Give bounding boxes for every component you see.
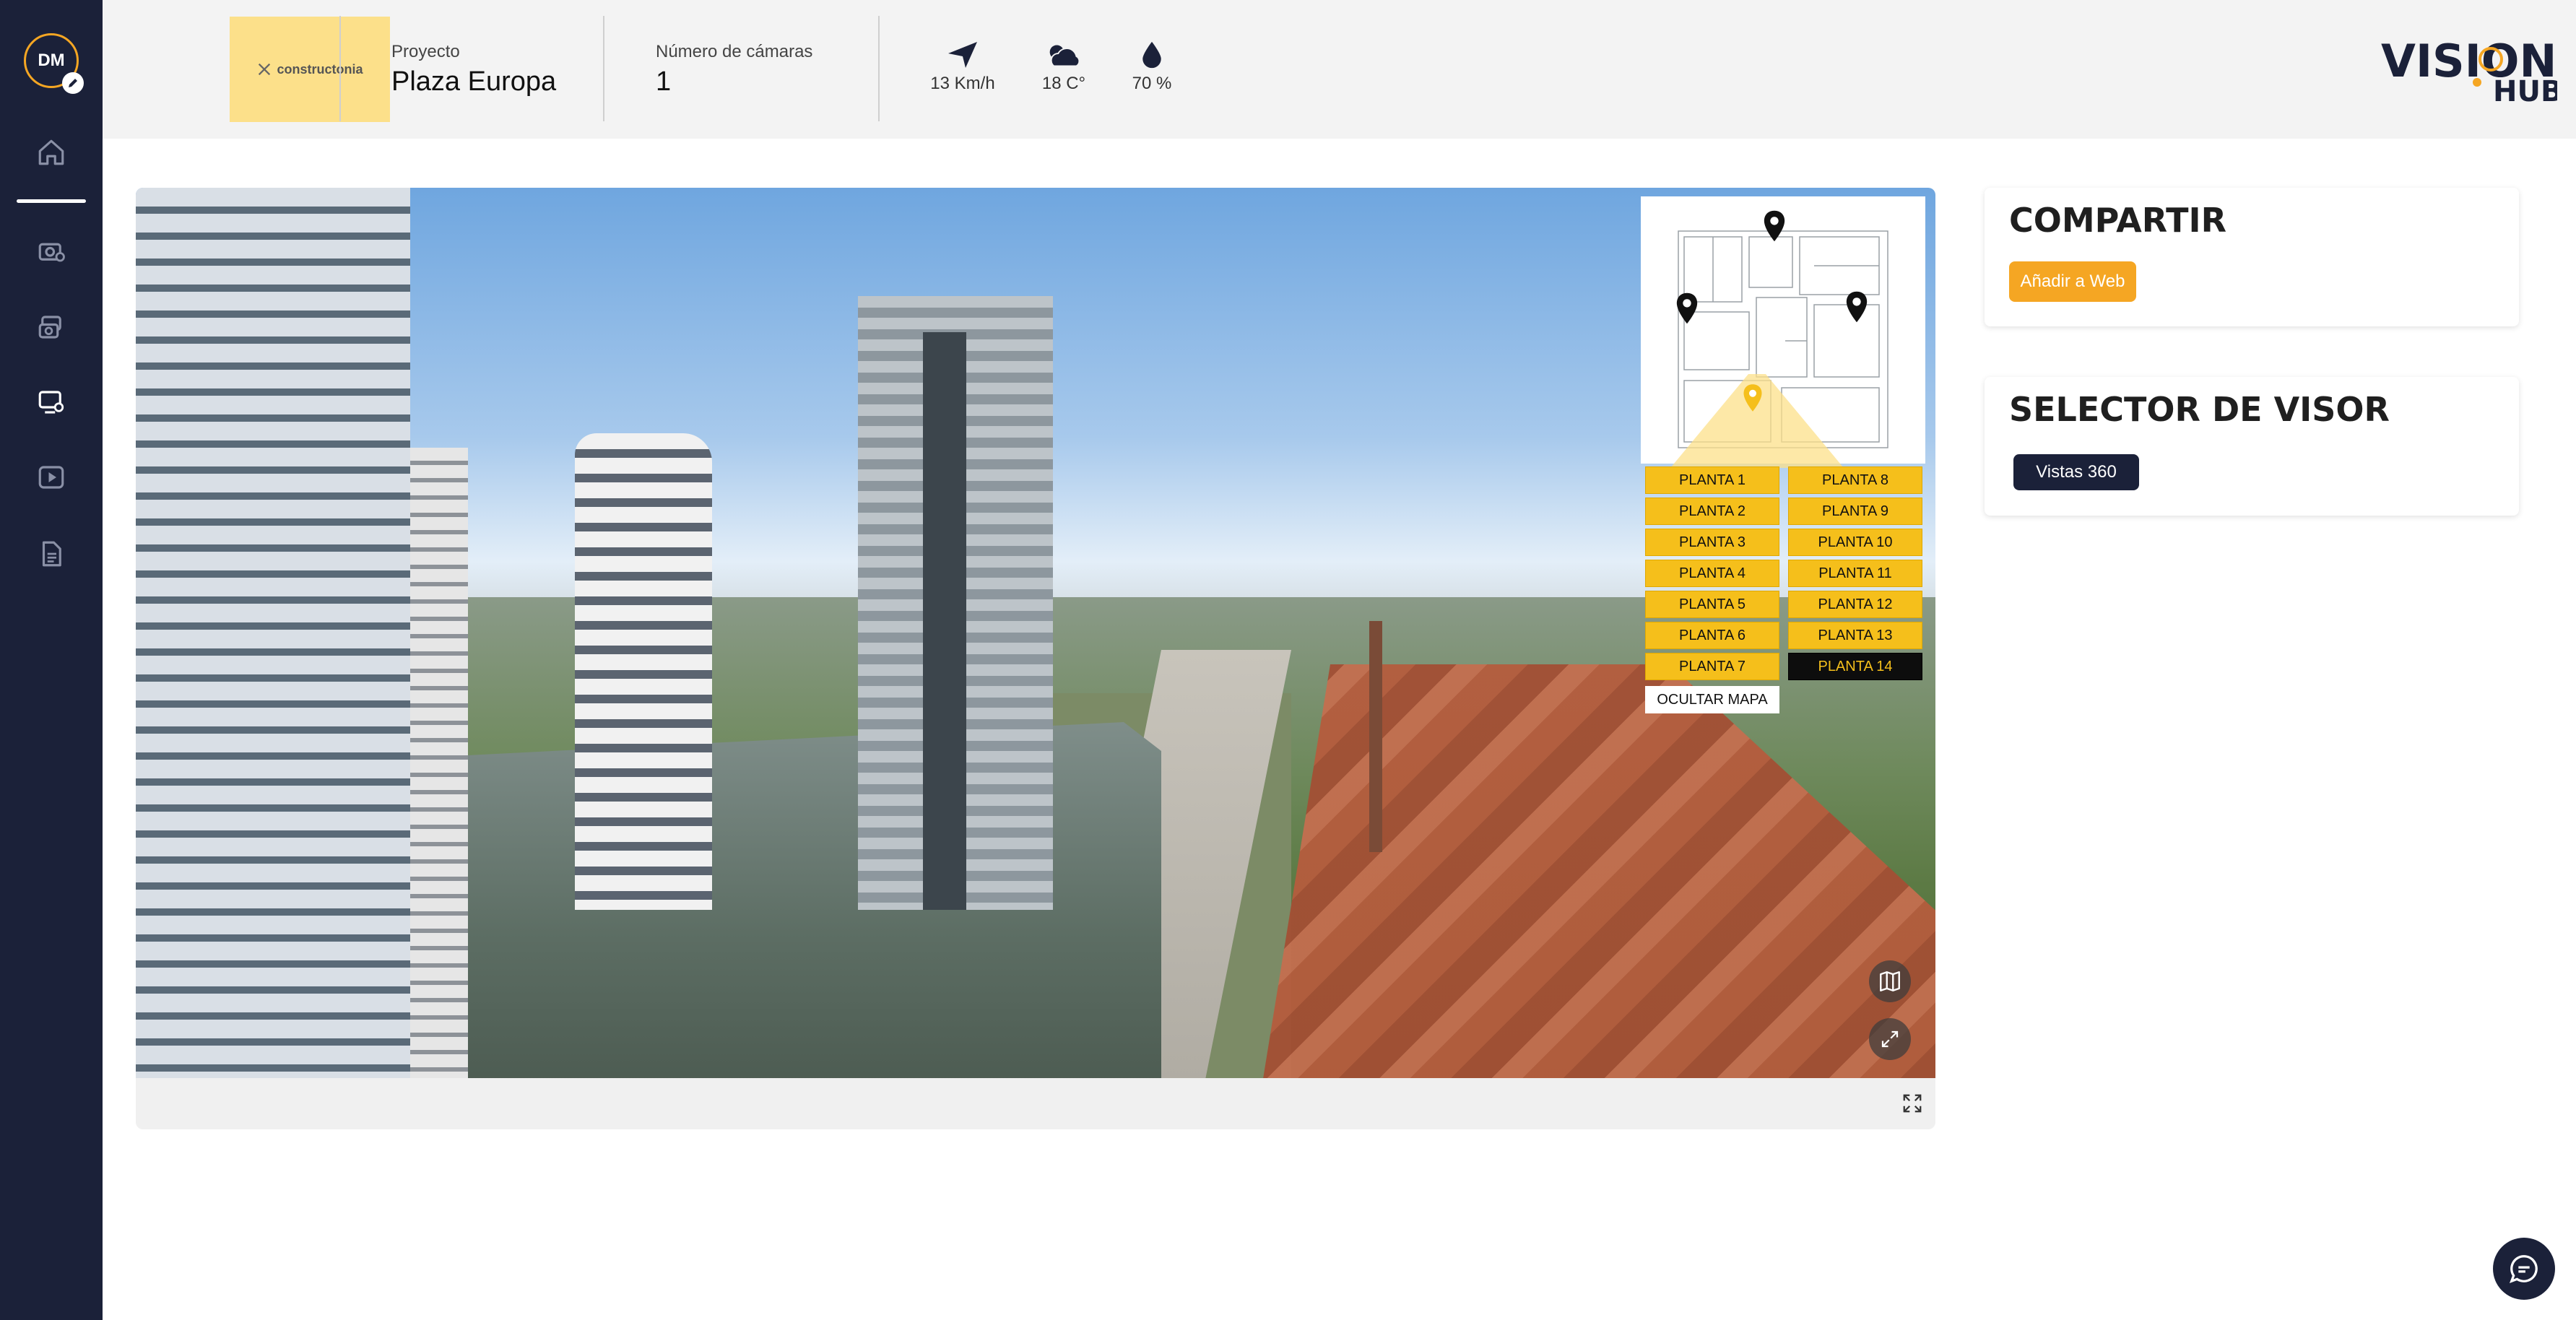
floor-button[interactable]: PLANTA 4 — [1645, 560, 1779, 587]
share-title: COMPARTIR — [2009, 201, 2226, 240]
camera-settings-icon — [38, 243, 65, 262]
floor-button[interactable]: PLANTA 6 — [1645, 622, 1779, 649]
water-drop-icon — [1142, 41, 1161, 69]
floor-button[interactable]: PLANTA 3 — [1645, 529, 1779, 556]
floor-button[interactable]: PLANTA 9 — [1788, 498, 1922, 525]
wind-direction-icon — [948, 42, 977, 68]
chat-support-button[interactable] — [2493, 1238, 2555, 1300]
viewer-selector-card: SELECTOR DE VISOR Vistas 360 — [1985, 377, 2519, 516]
humidity-value: 70 % — [1132, 74, 1172, 93]
brand-bottom-text: HUB — [2493, 75, 2557, 104]
active-map-pin-icon[interactable] — [1742, 383, 1764, 413]
home-icon — [38, 139, 64, 165]
temperature-widget: 18 C° — [1024, 40, 1103, 94]
cameras-count: 1 — [656, 66, 672, 97]
edit-avatar-icon[interactable] — [62, 72, 84, 94]
wind-widget: 13 Km/h — [923, 40, 1002, 94]
sidebar-item-documents[interactable] — [33, 536, 69, 572]
chat-bubble-icon — [2509, 1255, 2538, 1284]
floor-button[interactable]: PLANTA 2 — [1645, 498, 1779, 525]
viewer-selector-title: SELECTOR DE VISOR — [2009, 390, 2390, 429]
header-divider — [603, 16, 604, 121]
cameras-icon — [38, 316, 61, 339]
map-pin-icon[interactable] — [1844, 290, 1869, 324]
temperature-value: 18 C° — [1041, 74, 1086, 93]
expand-diagonal-icon — [1881, 1030, 1899, 1048]
floor-button[interactable]: PLANTA 11 — [1788, 560, 1922, 587]
sidebar-item-home[interactable] — [33, 134, 69, 170]
views-360-button[interactable]: Vistas 360 — [2013, 454, 2139, 490]
tools-icon — [259, 63, 271, 76]
header: constructonia Proyecto Plaza Europa Núme… — [103, 0, 2576, 139]
avatar-initials: DM — [38, 51, 65, 70]
partly-cloudy-icon — [1049, 45, 1080, 67]
header-divider — [878, 16, 880, 121]
map-pin-icon[interactable] — [1762, 209, 1787, 243]
panorama-image[interactable]: PLANTA 1 PLANTA 2 PLANTA 3 PLANTA 4 PLAN… — [136, 188, 1935, 1078]
humidity-widget: 70 % — [1112, 40, 1192, 94]
floor-button-active[interactable]: PLANTA 14 — [1788, 653, 1922, 680]
share-card: COMPARTIR Añadir a Web — [1985, 188, 2519, 326]
map-icon — [1880, 971, 1900, 991]
floor-button[interactable]: PLANTA 8 — [1788, 466, 1922, 494]
sidebar-item-play[interactable] — [33, 459, 69, 495]
floor-button[interactable]: PLANTA 12 — [1788, 591, 1922, 618]
floor-button[interactable]: PLANTA 13 — [1788, 622, 1922, 649]
floor-button[interactable]: PLANTA 5 — [1645, 591, 1779, 618]
play-video-icon — [38, 466, 64, 489]
sidebar-item-camera-settings[interactable] — [33, 233, 69, 269]
project-label: Proyecto — [391, 42, 460, 61]
sidebar-item-cameras[interactable] — [33, 309, 69, 345]
map-pin-icon[interactable] — [1675, 292, 1699, 325]
sidebar-item-video-monitor[interactable] — [33, 384, 69, 420]
fullscreen-icon — [1903, 1094, 1922, 1113]
client-logo-text: constructonia — [277, 61, 363, 77]
header-divider — [339, 16, 341, 121]
expand-view-button[interactable] — [1869, 1018, 1911, 1060]
active-nav-indicator — [17, 199, 86, 203]
camera-viewer: PLANTA 1 PLANTA 2 PLANTA 3 PLANTA 4 PLAN… — [136, 188, 1935, 1129]
floor-button[interactable]: PLANTA 10 — [1788, 529, 1922, 556]
cameras-label: Número de cámaras — [656, 42, 813, 61]
floor-button[interactable]: PLANTA 7 — [1645, 653, 1779, 680]
toggle-map-button[interactable] — [1869, 960, 1911, 1002]
project-name: Plaza Europa — [391, 66, 557, 97]
fullscreen-button[interactable] — [1898, 1089, 1927, 1118]
sidebar: DM — [0, 0, 103, 1320]
add-to-web-button[interactable]: Añadir a Web — [2009, 261, 2136, 302]
visionhub-logo: VISION HUB — [2381, 35, 2557, 104]
floor-button[interactable]: PLANTA 1 — [1645, 466, 1779, 494]
document-icon — [42, 541, 61, 567]
wind-speed: 13 Km/h — [930, 74, 995, 93]
video-monitor-icon — [38, 391, 64, 414]
client-logo: constructonia — [230, 17, 390, 122]
hide-map-button[interactable]: OCULTAR MAPA — [1645, 686, 1779, 713]
